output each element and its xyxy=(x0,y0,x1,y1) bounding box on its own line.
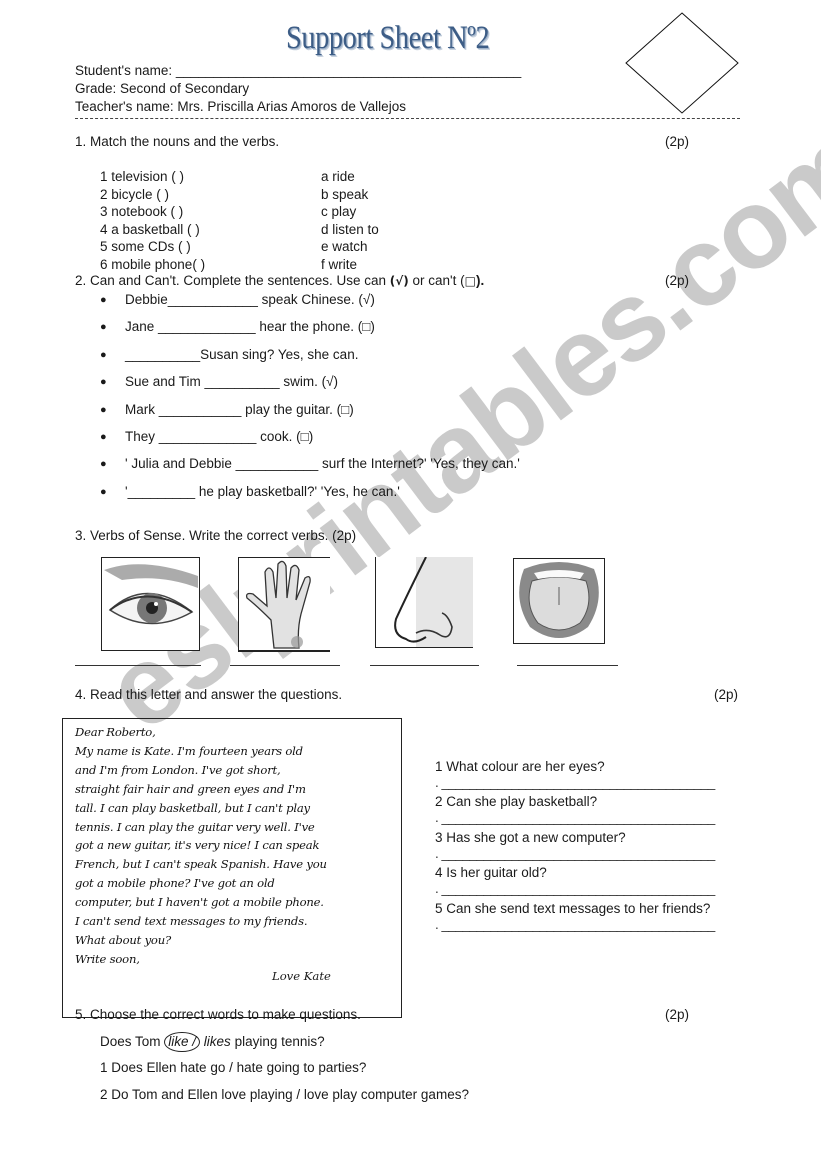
noun-item[interactable]: 6 mobile phone( ) xyxy=(100,256,205,274)
can-cant-list: ● Debbie____________ speak Chinese. (√) ●… xyxy=(100,291,520,510)
answer-blank[interactable]: . ______________________________________… xyxy=(435,917,750,933)
student-name-field[interactable]: Student's name: ________________________… xyxy=(75,62,521,80)
teacher-line: Teacher's name: Mrs. Priscilla Arias Amo… xyxy=(75,99,406,114)
tongue-picture xyxy=(513,558,605,644)
noun-item[interactable]: 2 bicycle ( ) xyxy=(100,186,205,204)
section1-instruction: 1. Match the nouns and the verbs. xyxy=(75,134,280,149)
verb-item: f write xyxy=(321,256,358,272)
section5-example: Does Tom like / likes playing tennis? xyxy=(100,1032,325,1052)
question-item: 5 Can she send text messages to her frie… xyxy=(435,900,750,935)
answer-blank-hand[interactable] xyxy=(230,665,340,666)
noun-item[interactable]: 5 some CDs ( ) xyxy=(100,238,205,256)
list-item[interactable]: ● Debbie____________ speak Chinese. (√) xyxy=(100,291,520,318)
bullet-icon: ● xyxy=(100,348,107,361)
verb-item: a ride xyxy=(321,169,355,184)
list-item[interactable]: ● Sue and Tim __________ swim. (√) xyxy=(100,373,520,400)
letter-text: Dear Roberto, My name is Kate. I'm fourt… xyxy=(75,725,327,966)
student-name-label: Student's name: xyxy=(75,63,173,78)
section5-points: (2p) xyxy=(665,1007,690,1022)
section2-instruction: 2. Can and Can't. Complete the sentences… xyxy=(75,273,485,288)
page-title: Support Sheet Nº2 xyxy=(286,20,490,56)
question-item: 3 Has she got a new computer? . ________… xyxy=(435,829,750,864)
bullet-icon: ● xyxy=(100,485,107,498)
verbs-list: a ride b speak c play d listen to e watc… xyxy=(321,168,379,274)
bullet-icon: ● xyxy=(100,321,107,334)
list-item[interactable]: ● Mark ___________ play the guitar. (□) xyxy=(100,401,520,428)
letter-box: Dear Roberto, My name is Kate. I'm fourt… xyxy=(62,718,402,1018)
hand-icon xyxy=(245,560,311,649)
nose-icon xyxy=(394,557,473,647)
section5-item[interactable]: 1 Does Ellen hate go / hate going to par… xyxy=(100,1059,366,1077)
answer-blank-nose[interactable] xyxy=(370,665,479,666)
bullet-icon: ● xyxy=(100,430,107,443)
tongue-icon xyxy=(519,562,599,638)
circled-choice[interactable]: like / xyxy=(164,1032,201,1052)
check-symbol: (√) xyxy=(389,274,409,288)
question-item: 2 Can she play basketball? . ___________… xyxy=(435,793,750,828)
verb-item: d listen to xyxy=(321,221,379,237)
box-symbol: □ xyxy=(464,274,476,288)
comprehension-questions: 1 What colour are her eyes? . __________… xyxy=(435,758,750,935)
noun-item[interactable]: 1 television ( ) xyxy=(100,168,205,186)
answer-blank[interactable]: . ______________________________________… xyxy=(435,775,750,791)
question-item: 1 What colour are her eyes? . __________… xyxy=(435,758,750,793)
grade-box-diamond-icon xyxy=(625,12,739,114)
section2-points: (2p) xyxy=(665,273,690,288)
verb-item: c play xyxy=(321,204,357,220)
letter-signature: Love Kate xyxy=(272,969,331,983)
eye-picture xyxy=(101,557,200,651)
answer-blank-eye[interactable] xyxy=(75,665,201,666)
bullet-icon: ● xyxy=(100,294,107,306)
student-name-blank[interactable]: ________________________________________… xyxy=(176,63,521,78)
list-item[interactable]: ● Jane _____________ hear the phone. (□) xyxy=(100,318,520,345)
bullet-icon: ● xyxy=(100,458,107,471)
section4-instruction: 4. Read this letter and answer the quest… xyxy=(75,687,343,702)
section5-item[interactable]: 2 Do Tom and Ellen love playing / love p… xyxy=(100,1086,469,1104)
noun-item[interactable]: 3 notebook ( ) xyxy=(100,203,205,221)
answer-blank-tongue[interactable] xyxy=(517,665,618,666)
section1-points: (2p) xyxy=(665,134,690,149)
bullet-icon: ● xyxy=(100,403,107,416)
answer-blank[interactable]: . ______________________________________… xyxy=(435,846,750,862)
noun-item[interactable]: 4 a basketball ( ) xyxy=(100,221,205,239)
header-divider xyxy=(75,118,740,119)
hand-picture xyxy=(238,557,330,652)
verb-item: e watch xyxy=(321,239,368,255)
answer-blank[interactable]: . ______________________________________… xyxy=(435,810,750,826)
answer-blank[interactable]: . ______________________________________… xyxy=(435,881,750,897)
nouns-list: 1 television ( ) 2 bicycle ( ) 3 noteboo… xyxy=(100,168,205,274)
section4-points: (2p) xyxy=(714,687,739,702)
section5-instruction: 5. Choose the correct words to make ques… xyxy=(75,1007,361,1022)
list-item[interactable]: ● '_________ he play basketball?' 'Yes, h… xyxy=(100,483,520,510)
question-item: 4 Is her guitar old? . _________________… xyxy=(435,864,750,899)
eye-icon xyxy=(104,564,198,625)
list-item[interactable]: ● ' Julia and Debbie ___________ surf the… xyxy=(100,455,520,482)
list-item[interactable]: ● They _____________ cook. (□) xyxy=(100,428,520,455)
verb-item: b speak xyxy=(321,186,369,202)
grade-line: Grade: Second of Secondary xyxy=(75,81,250,96)
list-item[interactable]: ● __________Susan sing? Yes, she can. xyxy=(100,346,520,373)
bullet-icon: ● xyxy=(100,376,107,389)
nose-picture xyxy=(375,557,473,648)
section3-instruction: 3. Verbs of Sense. Write the correct ver… xyxy=(75,528,357,543)
